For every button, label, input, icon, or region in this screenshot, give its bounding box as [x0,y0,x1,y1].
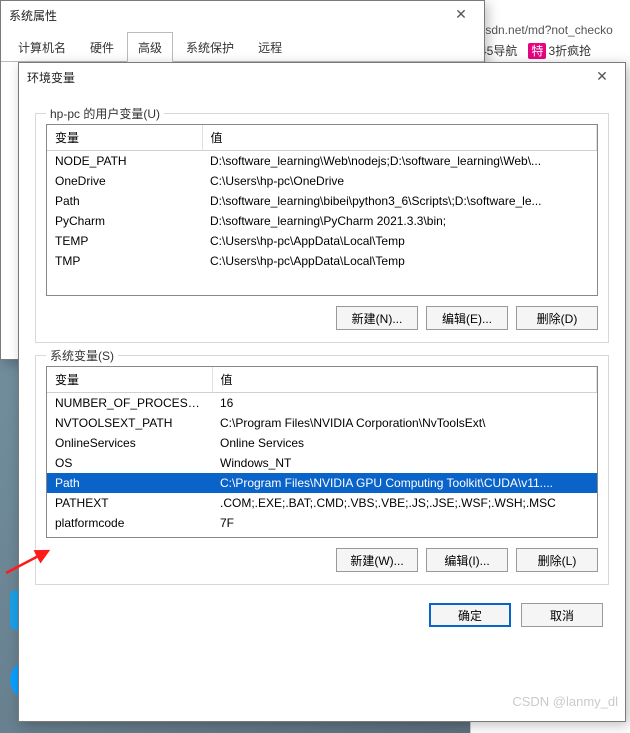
var-name: OS [47,453,212,473]
bookmark-nav[interactable]: 45导航 [480,44,517,58]
delete-sys-var-button[interactable]: 删除(L) [516,548,598,572]
var-name: NODE_PATH [47,151,202,172]
group-label: hp-pc 的用户变量(U) [46,105,164,122]
bookmark-sale[interactable]: 3折疯抢 [548,44,591,58]
table-row[interactable]: platformcode7F [47,513,597,533]
var-value: C:\Program Files\NVIDIA Corporation\NvTo… [212,413,597,433]
var-name: OnlineServices [47,433,212,453]
group-label: 系统变量(S) [46,347,118,364]
var-value: D:\software_learning\bibei\python3_6\Scr… [202,191,597,211]
tab-computer-name[interactable]: 计算机名 [7,32,77,62]
var-value: D:\software_learning\Web\nodejs;D:\softw… [202,151,597,172]
var-name: TMP [47,251,202,271]
table-row[interactable]: TEMPC:\Users\hp-pc\AppData\Local\Temp [47,231,597,251]
ok-button[interactable]: 确定 [429,603,511,627]
tab-remote[interactable]: 远程 [247,32,293,62]
window-title: 环境变量 [27,69,75,86]
title-bar[interactable]: 环境变量 ✕ [19,63,625,91]
var-value: C:\Users\hp-pc\AppData\Local\Temp [202,251,597,271]
var-value: D:\software_learning\PyCharm 2021.3.3\bi… [202,211,597,231]
table-row[interactable]: PathD:\software_learning\bibei\python3_6… [47,191,597,211]
col-variable[interactable]: 变量 [47,125,202,151]
user-vars-table-wrap[interactable]: 变量 值 NODE_PATHD:\software_learning\Web\n… [46,124,598,296]
new-sys-var-button[interactable]: 新建(W)... [336,548,418,572]
var-name: NVTOOLSEXT_PATH [47,413,212,433]
tab-advanced[interactable]: 高级 [127,32,173,62]
table-row[interactable]: OSWindows_NT [47,453,597,473]
table-row[interactable]: NUMBER_OF_PROCESSORS16 [47,393,597,414]
var-name: PyCharm [47,211,202,231]
table-row[interactable]: PyCharmD:\software_learning\PyCharm 2021… [47,211,597,231]
bookmark-bar: 45导航 特3折疯抢 [480,42,599,59]
var-name: platformcode [47,513,212,533]
var-name: Path [47,473,212,493]
var-value: .COM;.EXE;.BAT;.CMD;.VBS;.VBE;.JS;.JSE;.… [212,493,597,513]
env-vars-window: 环境变量 ✕ hp-pc 的用户变量(U) 变量 值 NODE_PATHD:\s… [18,62,626,722]
var-name: OneDrive [47,171,202,191]
watermark: CSDN @lanmy_dl [512,694,618,709]
var-name: Path [47,191,202,211]
var-value: C:\Users\hp-pc\AppData\Local\Temp [202,231,597,251]
tab-system-protection[interactable]: 系统保护 [175,32,245,62]
var-value: Windows_NT [212,453,597,473]
var-name: PATHEXT [47,493,212,513]
delete-user-var-button[interactable]: 删除(D) [516,306,598,330]
var-value: C:\Users\hp-pc\OneDrive [202,171,597,191]
user-vars-table: 变量 值 NODE_PATHD:\software_learning\Web\n… [47,125,597,271]
table-row[interactable]: TMPC:\Users\hp-pc\AppData\Local\Temp [47,251,597,271]
table-row[interactable]: PathC:\Program Files\NVIDIA GPU Computin… [47,473,597,493]
edit-sys-var-button[interactable]: 编辑(I)... [426,548,508,572]
sys-vars-group: 系统变量(S) 变量 值 NUMBER_OF_PROCESSORS16NVTOO… [35,355,609,585]
col-variable[interactable]: 变量 [47,367,212,393]
url-fragment[interactable]: .csdn.net/md?not_checko [470,20,630,40]
sys-vars-table: 变量 值 NUMBER_OF_PROCESSORS16NVTOOLSEXT_PA… [47,367,597,533]
table-row[interactable]: NVTOOLSEXT_PATHC:\Program Files\NVIDIA C… [47,413,597,433]
tab-hardware[interactable]: 硬件 [79,32,125,62]
user-vars-group: hp-pc 的用户变量(U) 变量 值 NODE_PATHD:\software… [35,113,609,343]
col-value[interactable]: 值 [212,367,597,393]
table-row[interactable]: OneDriveC:\Users\hp-pc\OneDrive [47,171,597,191]
var-value: 7F [212,513,597,533]
close-icon[interactable]: ✕ [446,5,476,25]
title-bar[interactable]: 系统属性 ✕ [1,1,484,29]
table-row[interactable]: OnlineServicesOnline Services [47,433,597,453]
window-title: 系统属性 [9,7,57,24]
table-row[interactable]: NODE_PATHD:\software_learning\Web\nodejs… [47,151,597,172]
var-value: 16 [212,393,597,414]
var-value: Online Services [212,433,597,453]
edit-user-var-button[interactable]: 编辑(E)... [426,306,508,330]
cancel-button[interactable]: 取消 [521,603,603,627]
var-name: TEMP [47,231,202,251]
col-value[interactable]: 值 [202,125,597,151]
tab-bar: 计算机名 硬件 高级 系统保护 远程 [1,31,484,62]
bookmark-badge: 特 [528,43,546,59]
new-user-var-button[interactable]: 新建(N)... [336,306,418,330]
var-name: NUMBER_OF_PROCESSORS [47,393,212,414]
var-value: C:\Program Files\NVIDIA GPU Computing To… [212,473,597,493]
sys-vars-table-wrap[interactable]: 变量 值 NUMBER_OF_PROCESSORS16NVTOOLSEXT_PA… [46,366,598,538]
table-row[interactable]: PATHEXT.COM;.EXE;.BAT;.CMD;.VBS;.VBE;.JS… [47,493,597,513]
close-icon[interactable]: ✕ [587,67,617,87]
